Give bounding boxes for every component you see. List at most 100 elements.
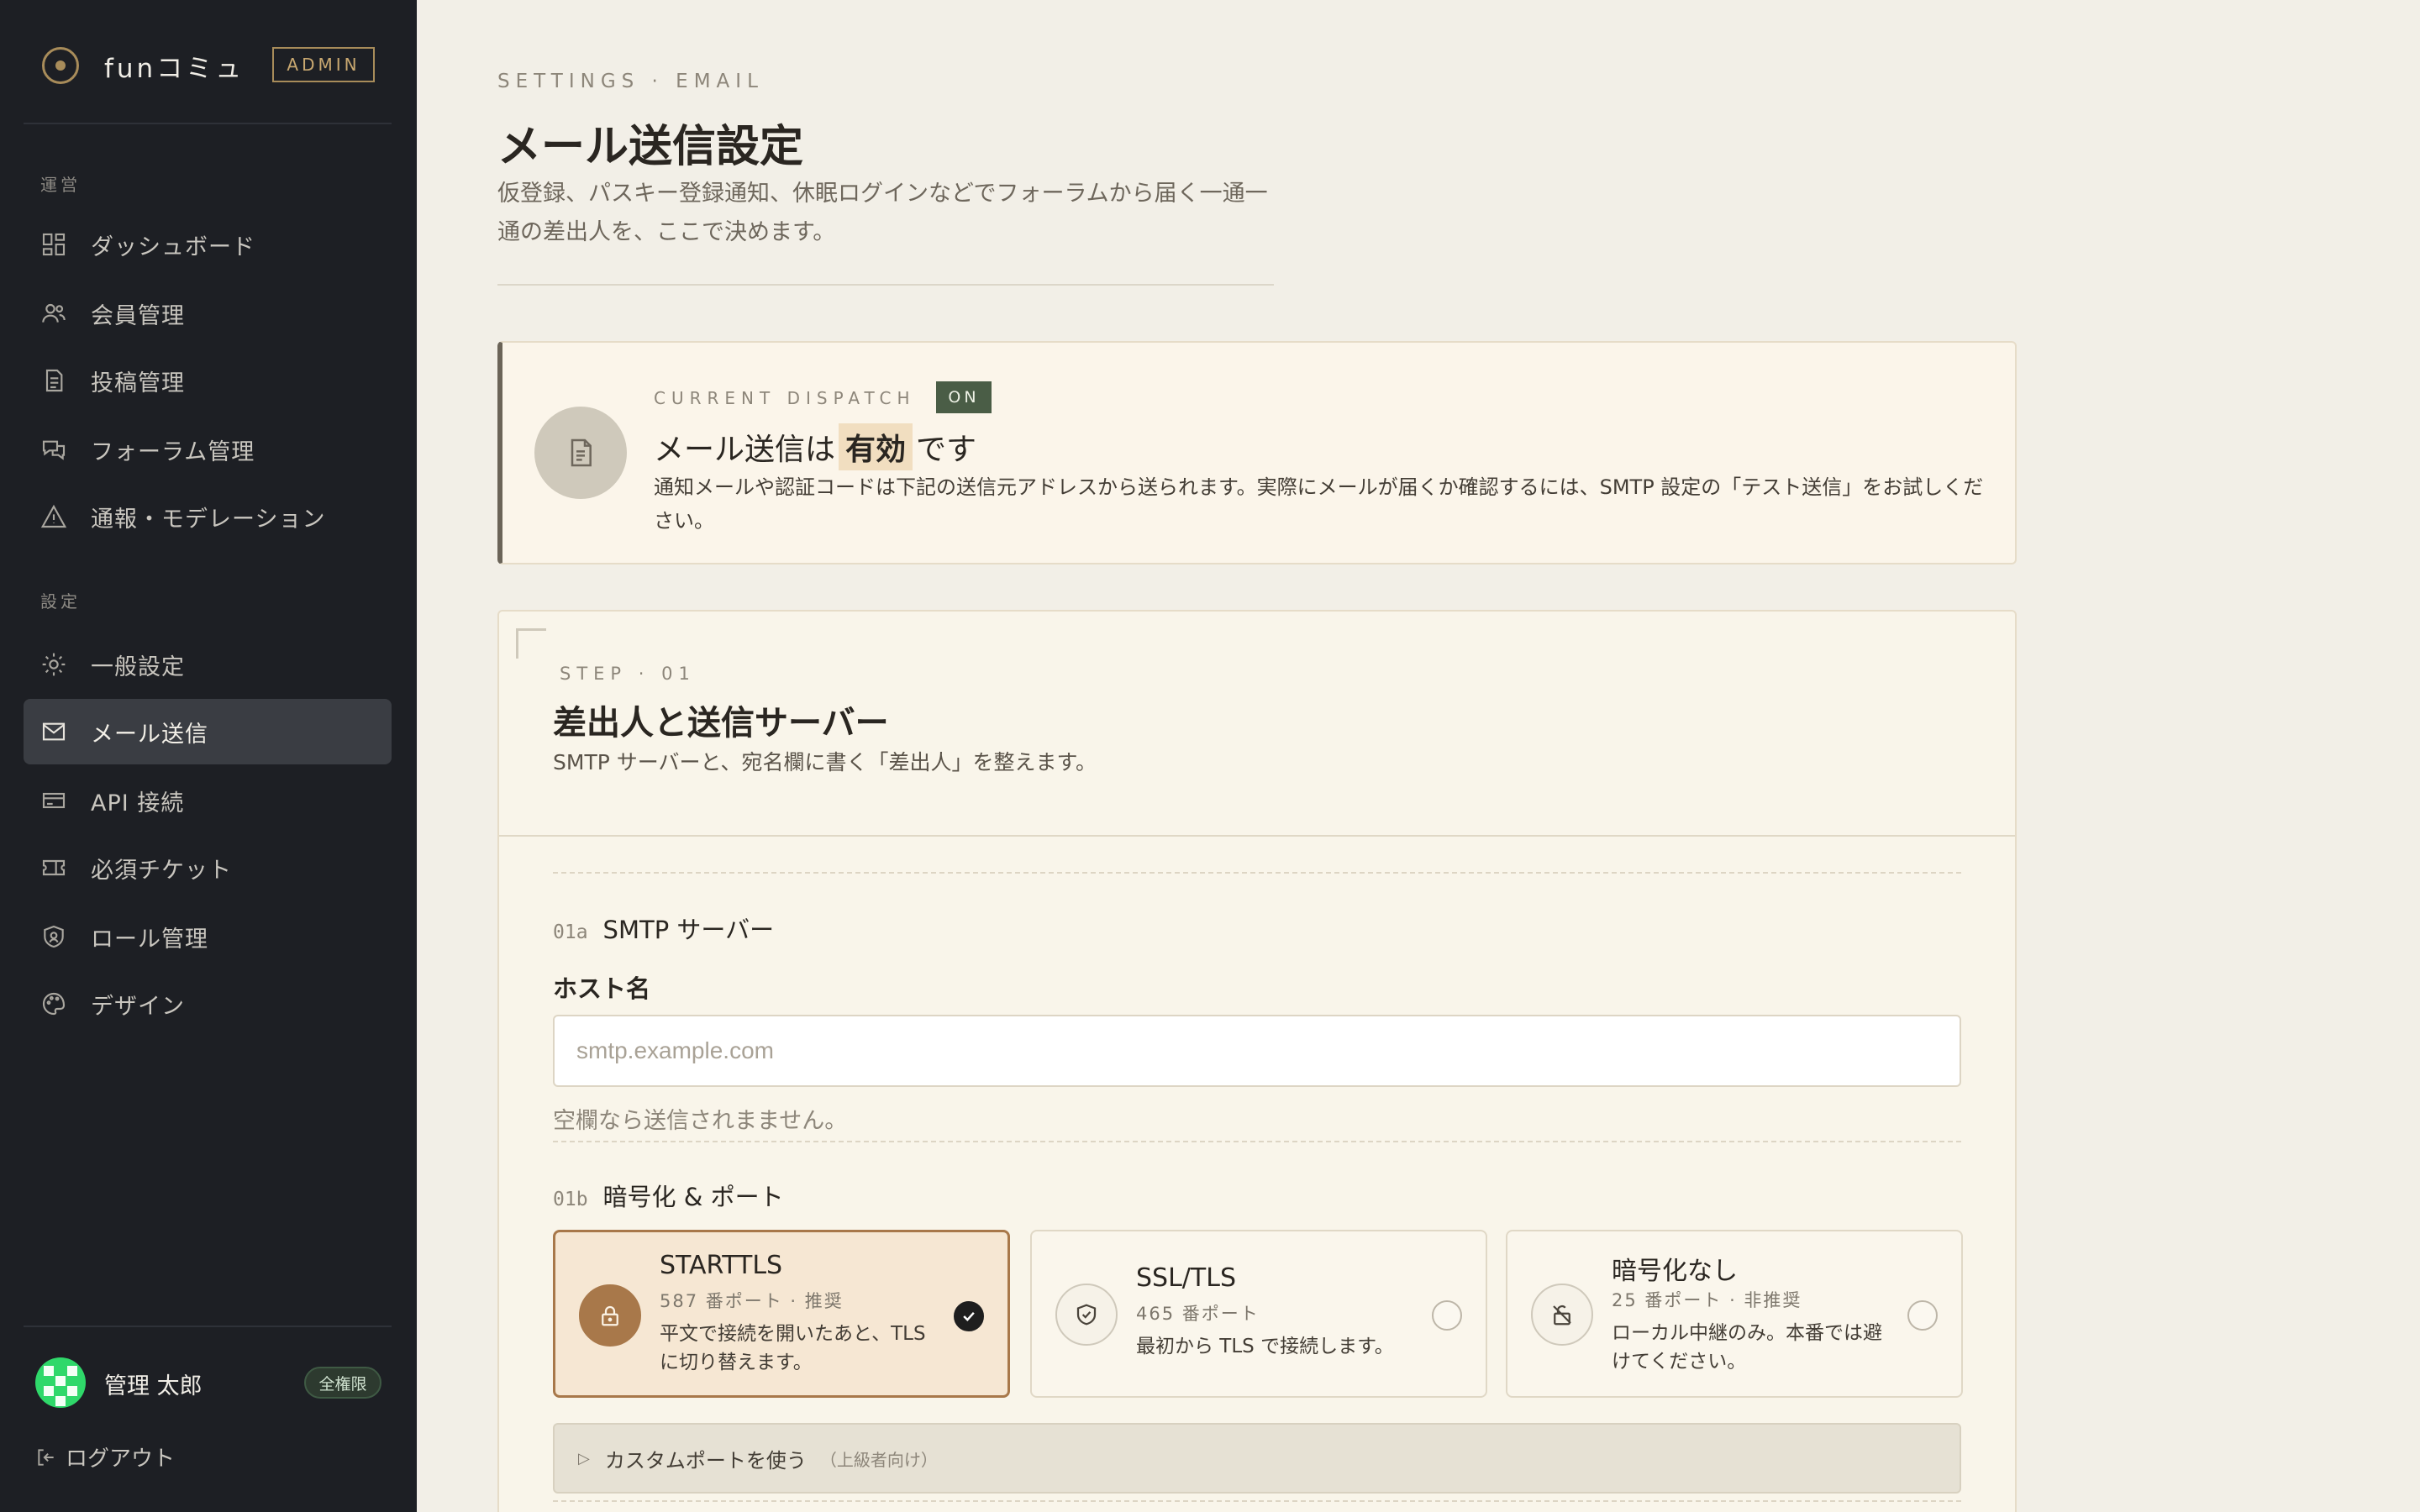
sidebar-item-dashboard[interactable]: ダッシュボード	[24, 212, 392, 277]
step-title: 差出人と送信サーバー	[553, 704, 889, 743]
option-subtitle: 25 番ポート · 非推奨	[1612, 1290, 1802, 1310]
page-title: メール送信設定	[497, 122, 804, 172]
divider	[497, 284, 1274, 286]
option-title: STARTTLS	[660, 1251, 783, 1280]
sidebar-item-general[interactable]: 一般設定	[24, 632, 392, 697]
sidebar-item-forums[interactable]: フォーラム管理	[24, 417, 392, 482]
option-title: 暗号化なし	[1612, 1257, 1738, 1286]
shield-check-icon	[1055, 1284, 1118, 1346]
step-card: STEP · 01 差出人と送信サーバー SMTP サーバーと、宛名欄に書く「差…	[497, 610, 2017, 1512]
step-description: SMTP サーバーと、宛名欄に書く「差出人」を整えます。	[553, 750, 1097, 774]
sidebar-item-label: 会員管理	[91, 302, 185, 329]
sidebar: funコミュ ADMIN 運営 ダッシュボード 会員管理 投稿管理 フォーラム管…	[0, 0, 417, 1512]
brand-name: funコミュ	[104, 53, 245, 84]
disclosure-triangle-icon: ▷	[578, 1449, 590, 1467]
mail-icon	[42, 722, 66, 741]
avatar[interactable]	[35, 1357, 86, 1408]
option-description: 最初から TLS で接続します。	[1136, 1336, 1394, 1357]
nav-section-operations: 運営	[40, 175, 81, 195]
sidebar-item-label: フォーラム管理	[91, 438, 255, 465]
radio-unchecked[interactable]	[1432, 1300, 1462, 1331]
shield-icon	[44, 925, 64, 948]
role-badge: 全権限	[304, 1367, 381, 1399]
sidebar-item-label: 通報・モデレーション	[91, 506, 326, 533]
status-badge: ON	[936, 381, 992, 413]
lock-icon	[579, 1284, 641, 1347]
smtp-subheading: 01a SMTP サーバー	[553, 911, 774, 946]
document-icon	[534, 407, 627, 499]
logout-button[interactable]: ログアウト	[35, 1441, 175, 1473]
brand-logo-icon	[42, 47, 79, 84]
status-title-suffix: です	[916, 433, 977, 467]
sidebar-item-label: メール送信	[91, 721, 208, 748]
custom-port-toggle[interactable]: ▷ カスタムポートを使う （上級者向け）	[553, 1423, 1961, 1494]
sidebar-item-label: API 接続	[91, 790, 185, 816]
option-description: ローカル中継のみ。本番では避けてください。	[1612, 1322, 1882, 1373]
dashboard-icon	[42, 233, 66, 256]
dispatch-status-card: CURRENT DISPATCH ON メール送信は 有効 です 通知メールや認…	[497, 341, 2017, 564]
unlock-icon	[1531, 1284, 1593, 1346]
logout-label: ログアウト	[66, 1446, 176, 1472]
sidebar-item-email[interactable]: メール送信	[24, 699, 392, 764]
encryption-option-none[interactable]: 暗号化なし 25 番ポート · 非推奨 ローカル中継のみ。本番では避けてください…	[1506, 1230, 1963, 1398]
user-name: 管理 太郎	[104, 1373, 203, 1399]
option-description: 平文で接続を開いたあと、TLS に切り替えます。	[660, 1323, 926, 1373]
admin-badge: ADMIN	[272, 47, 375, 82]
custom-port-label: カスタムポートを使う	[604, 1448, 807, 1473]
host-input[interactable]	[553, 1015, 1961, 1087]
smtp-number: 01a	[553, 921, 588, 943]
divider	[553, 872, 1961, 874]
warning-icon	[40, 504, 67, 528]
check-icon	[963, 1311, 975, 1321]
sidebar-item-label: 投稿管理	[91, 370, 185, 396]
document-icon	[45, 369, 63, 392]
users-icon	[42, 303, 66, 323]
logout-icon	[38, 1448, 54, 1466]
ticket-icon	[42, 859, 66, 876]
divider	[553, 1141, 1961, 1142]
option-subtitle: 587 番ポート · 推奨	[660, 1291, 844, 1311]
brand[interactable]: funコミュ	[42, 45, 245, 86]
card-icon	[42, 792, 66, 809]
sidebar-item-tickets[interactable]: 必須チケット	[24, 835, 392, 900]
page-eyebrow: SETTINGS · EMAIL	[497, 71, 764, 92]
sidebar-item-posts[interactable]: 投稿管理	[24, 348, 392, 413]
custom-port-note: （上級者向け）	[819, 1449, 938, 1470]
nav-section-settings: 設定	[40, 591, 81, 612]
divider	[24, 1326, 392, 1327]
sidebar-item-label: ダッシュボード	[91, 234, 255, 260]
dispatch-label: CURRENT DISPATCH	[654, 388, 916, 408]
divider	[553, 1500, 1961, 1502]
page-description: 仮登録、パスキー登録通知、休眠ログインなどでフォーラムから届く一通一通の差出人を…	[497, 181, 1268, 245]
host-label: ホスト名	[553, 974, 651, 1003]
sidebar-item-design[interactable]: デザイン	[24, 971, 392, 1037]
sidebar-item-api[interactable]: API 接続	[24, 768, 392, 833]
divider	[24, 123, 392, 124]
corner-mark	[516, 628, 546, 659]
sidebar-item-members[interactable]: 会員管理	[24, 281, 392, 346]
encryption-number: 01b	[553, 1189, 588, 1210]
sidebar-item-label: 必須チケット	[91, 857, 232, 884]
divider	[499, 835, 2015, 837]
sidebar-item-moderation[interactable]: 通報・モデレーション	[24, 484, 392, 549]
host-hint: 空欄なら送信されまません。	[553, 1108, 848, 1134]
palette-icon	[42, 992, 66, 1016]
sidebar-item-label: デザイン	[91, 993, 185, 1020]
encryption-title: 暗号化 & ポート	[602, 1183, 784, 1211]
status-title-prefix: メール送信は	[654, 433, 836, 467]
encryption-option-starttls[interactable]: STARTTLS 587 番ポート · 推奨 平文で接続を開いたあと、TLS に…	[553, 1230, 1010, 1398]
status-title: メール送信は 有効 です	[654, 423, 976, 470]
radio-checked[interactable]	[954, 1301, 984, 1331]
step-label: STEP · 01	[560, 664, 696, 684]
encryption-subheading: 01b 暗号化 & ポート	[553, 1178, 784, 1213]
sidebar-item-label: ロール管理	[91, 926, 208, 953]
smtp-title: SMTP サーバー	[602, 916, 775, 944]
sun-icon	[42, 653, 66, 676]
status-description: 通知メールや認証コードは下記の送信元アドレスから送られます。実際にメールが届くか…	[654, 475, 1984, 533]
sidebar-item-roles[interactable]: ロール管理	[24, 904, 392, 969]
encryption-option-ssl[interactable]: SSL/TLS 465 番ポート 最初から TLS で接続します。	[1030, 1230, 1487, 1398]
sidebar-item-label: 一般設定	[91, 654, 185, 680]
option-title: SSL/TLS	[1136, 1263, 1236, 1293]
option-subtitle: 465 番ポート	[1136, 1304, 1260, 1324]
radio-unchecked[interactable]	[1907, 1300, 1938, 1331]
